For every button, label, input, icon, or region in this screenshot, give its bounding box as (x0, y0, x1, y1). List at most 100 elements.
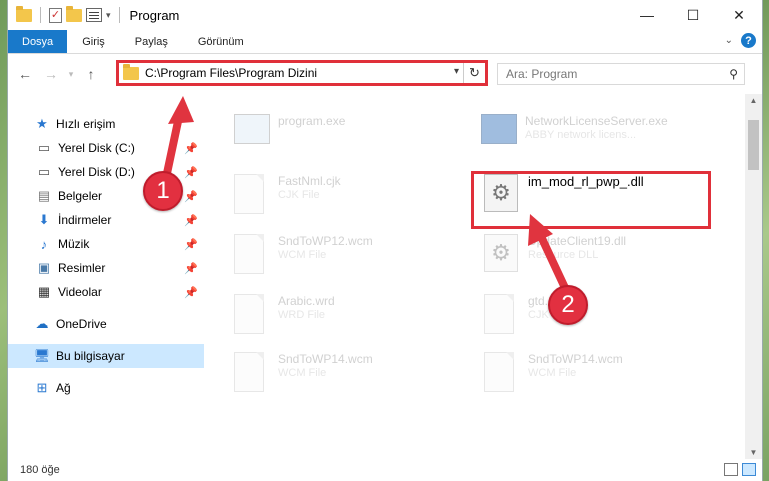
item-count: 180 öğe (20, 464, 60, 476)
refresh-icon[interactable]: ↻ (463, 63, 485, 83)
chevron-down-icon[interactable]: ▾ (106, 10, 111, 21)
file-name: SndToWP14.wcm (278, 352, 373, 366)
pin-icon[interactable]: 📌 (184, 166, 198, 179)
large-icons-view-icon[interactable] (742, 463, 756, 476)
sidebar-item-label: Ağ (56, 381, 71, 395)
file-item[interactable]: gtd.cjk CJK File (484, 294, 724, 350)
sidebar-item-music[interactable]: ♪ Müzik 📌 (8, 232, 204, 256)
back-arrow-icon[interactable]: ← (12, 66, 38, 82)
file-name: NetworkLicenseServer.exe (525, 114, 668, 128)
document-icon (484, 352, 518, 396)
exe-icon (481, 114, 517, 158)
file-name: UpdateClient19.dll (528, 234, 627, 248)
sidebar-item-disk-c[interactable]: ▭ Yerel Disk (C:) 📌 (8, 136, 204, 160)
up-arrow-icon[interactable]: ↑ (78, 66, 104, 82)
cloud-icon: ☁ (35, 316, 49, 331)
pin-icon[interactable]: 📌 (184, 286, 198, 299)
sidebar-item-label: OneDrive (56, 317, 107, 331)
address-bar[interactable]: C:\Program Files\Program Dizini ▾ ↻ (116, 60, 488, 86)
tab-view[interactable]: Görünüm (183, 30, 259, 53)
file-type: WRD File (278, 309, 326, 321)
file-item[interactable]: NetworkLicenseServer.exe ABBY network li… (481, 114, 721, 170)
file-item[interactable]: program.exe (234, 114, 474, 170)
pin-icon[interactable]: 📌 (184, 262, 198, 275)
pin-icon[interactable]: 📌 (184, 190, 198, 203)
document-icon (234, 174, 268, 218)
music-icon: ♪ (40, 236, 48, 252)
maximize-button[interactable]: ☐ (670, 0, 716, 30)
pictures-icon: ▣ (37, 260, 51, 275)
pin-icon[interactable]: 📌 (184, 238, 198, 251)
search-input[interactable]: Ara: Program ⚲ (497, 63, 745, 85)
file-name: SndToWP14.wcm (528, 352, 623, 366)
download-icon: ⬇ (38, 212, 50, 227)
chevron-down-icon[interactable]: ▾ (454, 66, 459, 77)
window-title: Program (129, 7, 180, 23)
sidebar-item-network[interactable]: ⊞ Ağ (8, 376, 204, 400)
vertical-scrollbar[interactable]: ▲ ▼ (745, 94, 762, 459)
search-icon[interactable]: ⚲ (729, 67, 738, 81)
title-bar: ✓ ▾ Program — ☐ ✕ (8, 0, 762, 30)
file-item[interactable]: SndToWP12.wcm WCM File (234, 234, 474, 290)
sidebar-item-quick-access[interactable]: ★ Hızlı erişim (8, 112, 204, 136)
file-item[interactable]: FastNml.cjk CJK File (234, 174, 474, 230)
file-item[interactable]: SndToWP14.wcm WCM File (234, 352, 474, 408)
document-icon (234, 352, 268, 396)
main-area: ★ Hızlı erişim ▭ Yerel Disk (C:) 📌 ▭ Yer… (8, 94, 762, 459)
forward-arrow-icon[interactable]: → (38, 66, 64, 82)
help-icon[interactable]: ? (741, 33, 756, 48)
quick-access-toolbar: ✓ ▾ (16, 5, 124, 23)
properties-check-icon[interactable]: ✓ (49, 7, 62, 23)
sidebar-item-onedrive[interactable]: ☁ OneDrive (8, 312, 204, 336)
pin-icon[interactable]: 📌 (184, 214, 198, 227)
explorer-window: ✓ ▾ Program — ☐ ✕ Dosya Giriş Paylaş Gör… (7, 0, 763, 481)
drive-icon: ▭ (37, 164, 51, 179)
sidebar-item-label: İndirmeler (58, 213, 112, 227)
file-name: SndToWP12.wcm (278, 234, 373, 248)
toolbar-divider (118, 7, 120, 23)
step-badge-1: 1 (143, 171, 183, 211)
file-name: program.exe (278, 114, 346, 128)
pin-icon[interactable]: 📌 (184, 142, 198, 155)
close-button[interactable]: ✕ (716, 0, 762, 30)
file-item[interactable]: ⚙ UpdateClient19.dll Resource DLL (484, 234, 724, 290)
minimize-button[interactable]: — (624, 0, 670, 30)
file-item[interactable]: Arabic.wrd WRD File (234, 294, 474, 350)
sidebar-item-label: Yerel Disk (C:) (58, 141, 135, 155)
tab-file[interactable]: Dosya (8, 30, 68, 53)
folder-icon[interactable] (16, 5, 32, 22)
sidebar-item-videos[interactable]: ▦ Videolar 📌 (8, 280, 204, 304)
sidebar-item-label: Müzik (58, 237, 90, 251)
expand-ribbon-icon[interactable]: ⌄ (725, 35, 733, 46)
videos-icon: ▦ (37, 284, 51, 299)
sidebar-item-this-pc[interactable]: 🖥 Bu bilgisayar (8, 344, 204, 368)
tab-share[interactable]: Paylaş (120, 30, 183, 53)
recent-chevron-icon[interactable]: ▾ (64, 69, 78, 80)
exe-icon (234, 114, 270, 158)
documents-icon: ▤ (37, 188, 51, 203)
file-type: CJK File (278, 189, 320, 201)
status-bar: 180 öğe (8, 459, 762, 481)
details-view-icon[interactable] (724, 463, 738, 476)
file-type: Resource DLL (528, 249, 599, 261)
file-type: WCM File (278, 249, 327, 261)
tab-home[interactable]: Giriş (67, 30, 120, 53)
step-badge-2: 2 (548, 285, 588, 325)
search-placeholder: Ara: Program (506, 67, 578, 81)
view-switcher (724, 463, 756, 476)
new-folder-icon[interactable] (66, 5, 82, 22)
address-path[interactable]: C:\Program Files\Program Dizini (145, 66, 317, 80)
computer-icon: 🖥 (33, 348, 51, 363)
scroll-down-icon[interactable]: ▼ (745, 448, 762, 457)
sidebar-item-pictures[interactable]: ▣ Resimler 📌 (8, 256, 204, 280)
file-item[interactable]: SndToWP14.wcm WCM File (484, 352, 724, 408)
document-icon (234, 234, 268, 278)
customize-toolbar-icon[interactable] (86, 8, 102, 22)
window-controls: — ☐ ✕ (624, 0, 762, 30)
file-type: WCM File (528, 367, 577, 379)
file-list: program.exe NetworkLicenseServer.exe ABB… (216, 94, 742, 459)
sidebar-item-downloads[interactable]: ⬇ İndirmeler 📌 (8, 208, 204, 232)
document-icon (234, 294, 268, 338)
scroll-up-icon[interactable]: ▲ (745, 96, 762, 105)
scrollbar-thumb[interactable] (748, 120, 759, 170)
